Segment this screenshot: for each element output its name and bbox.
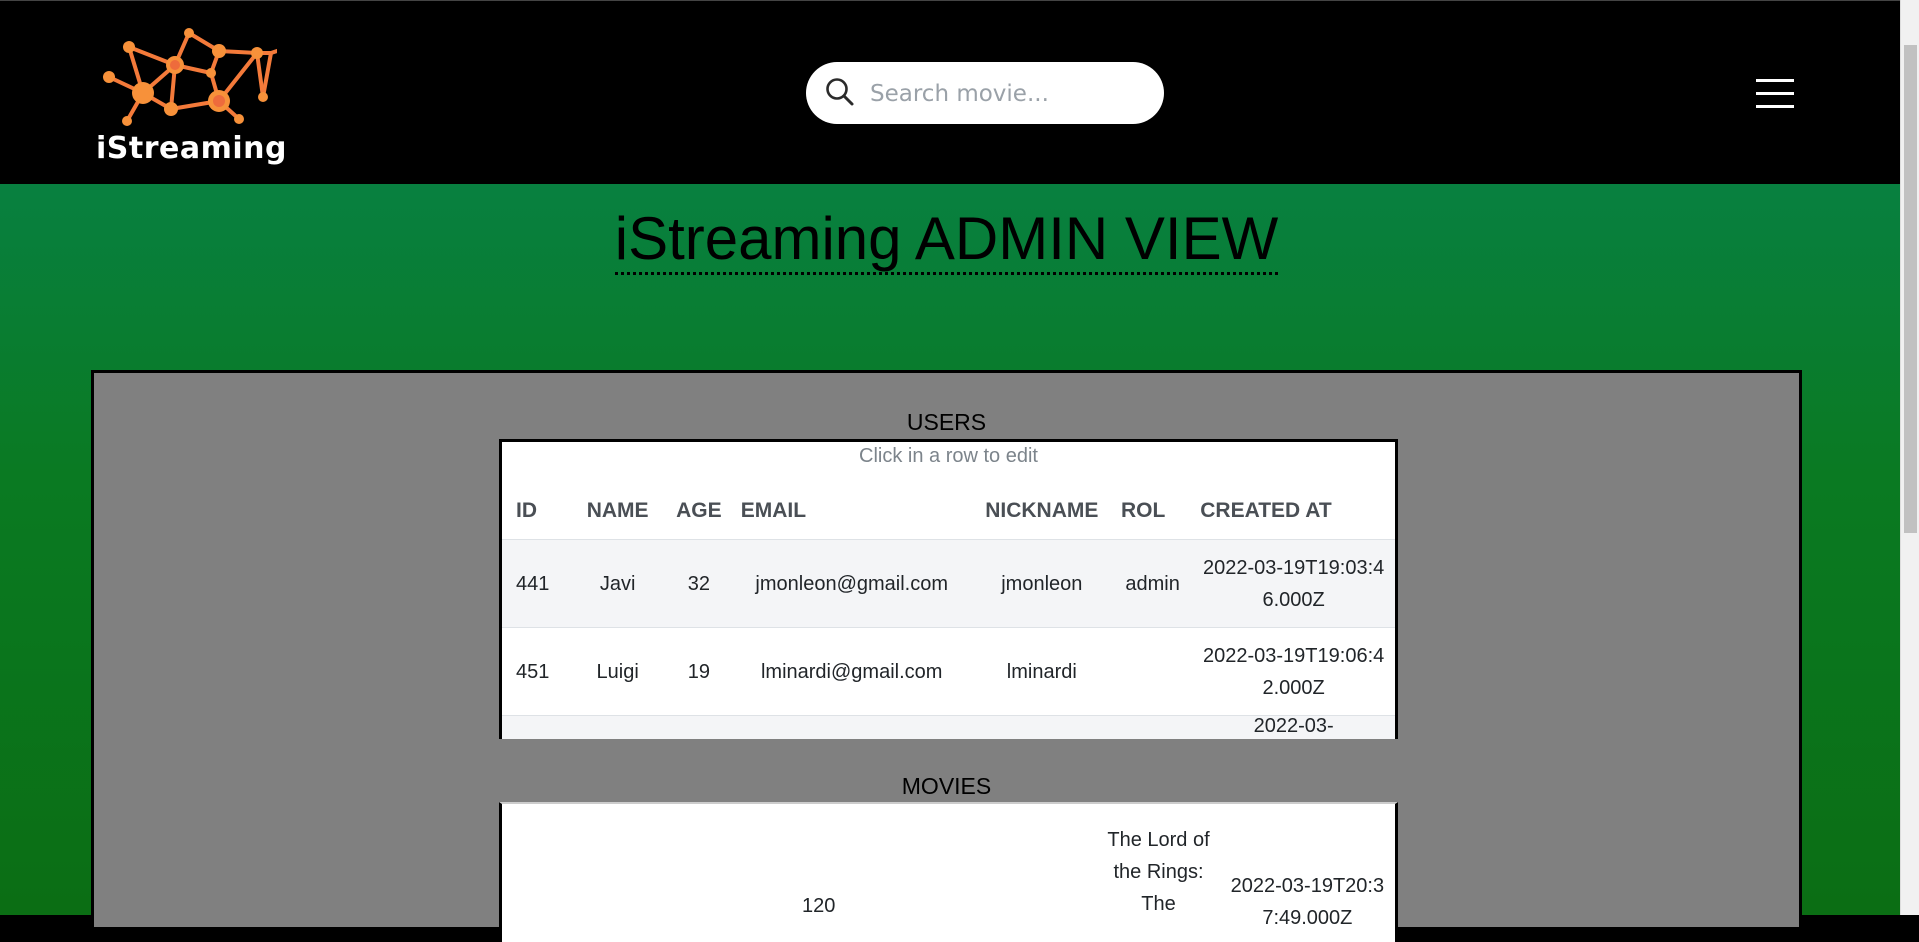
cell-name [570,715,665,739]
cell-id [502,804,582,942]
menu-line [1756,105,1794,108]
cell-name: Luigi [570,627,665,716]
cell-empty [582,804,778,942]
users-edit-hint: Click in a row to edit [859,445,1038,467]
cell-empty [859,804,1098,942]
table-row[interactable]: 120 The Lord of the Rings: The 2022-03-1… [502,804,1395,942]
cell-nickname: jmonleon [970,539,1113,628]
cell-created-at: 2022-03-19T19:06:42.000Z [1192,627,1395,716]
col-nickname: NICKNAME [985,499,1099,522]
movies-caption: MOVIES [901,773,992,799]
search-input[interactable] [868,75,1142,113]
cell-age: 32 [665,539,733,628]
brand-name: iStreaming [96,131,287,166]
users-table: ID NAME AGE EMAIL NICKNAME ROL CREATED A… [502,483,1395,739]
cell-name: Javi [570,539,665,628]
cell-id: 451 [502,627,571,716]
cell-created-at: 2022-03-19T19:03:46.000Z [1192,539,1395,628]
cell-nickname [970,715,1113,739]
users-caption: USERS [906,409,987,435]
cell-duration: 120 [801,895,836,917]
brand-logo[interactable]: iStreaming [93,25,287,173]
cell-rol [1112,627,1193,716]
movies-table: 120 The Lord of the Rings: The 2022-03-1… [502,804,1395,942]
menu-line [1756,79,1794,82]
cell-email: jmonleon@gmail.com [732,539,971,628]
col-created-at: CREATED AT [1200,499,1332,522]
top-navbar: iStreaming [0,0,1900,185]
users-header-row: ID NAME AGE EMAIL NICKNAME ROL CREATED A… [502,483,1395,540]
search-icon[interactable] [824,76,856,108]
cell-age [665,715,733,739]
col-rol: ROL [1120,499,1166,522]
network-logo-icon [103,28,277,126]
table-row[interactable]: 451 Luigi 19 lminardi@gmail.com lminardi… [502,627,1395,716]
cell-id: 441 [502,539,571,628]
menu-line [1756,92,1794,95]
table-row[interactable]: 441 Javi 32 jmonleon@gmail.com jmonleon … [502,539,1395,628]
col-id: ID [516,499,537,522]
page-scrollbar[interactable] [1900,0,1919,915]
col-age: AGE [676,499,722,522]
main-content: iStreaming ADMIN VIEW USERS Click in a r… [0,184,1900,942]
table-row[interactable]: 2022-03- [502,715,1395,739]
movies-table-container[interactable]: 120 The Lord of the Rings: The 2022-03-1… [499,802,1398,942]
cell-rol: admin [1112,539,1193,628]
cell-age: 19 [665,627,733,716]
cell-email [732,715,971,739]
cell-created-at: 2022-03-19T20:37:49.000Z [1230,875,1385,929]
users-table-container[interactable]: Click in a row to edit ID NAME AGE EMAIL… [499,439,1398,739]
cell-created-at: 2022-03- [1192,715,1395,739]
cell-id [502,715,571,739]
admin-panel: USERS Click in a row to edit ID NAME AGE… [91,370,1802,942]
cell-email: lminardi@gmail.com [732,627,971,716]
cell-rol [1112,715,1193,739]
search-bar [806,62,1164,124]
hamburger-menu-icon[interactable] [1756,79,1794,109]
scrollbar-thumb[interactable] [1904,45,1917,533]
cell-nickname: lminardi [970,627,1113,716]
page-title: iStreaming ADMIN VIEW [0,204,1893,275]
col-name: NAME [586,499,649,522]
col-email: EMAIL [740,499,807,522]
cell-title: The Lord of the Rings: The [1107,829,1210,915]
